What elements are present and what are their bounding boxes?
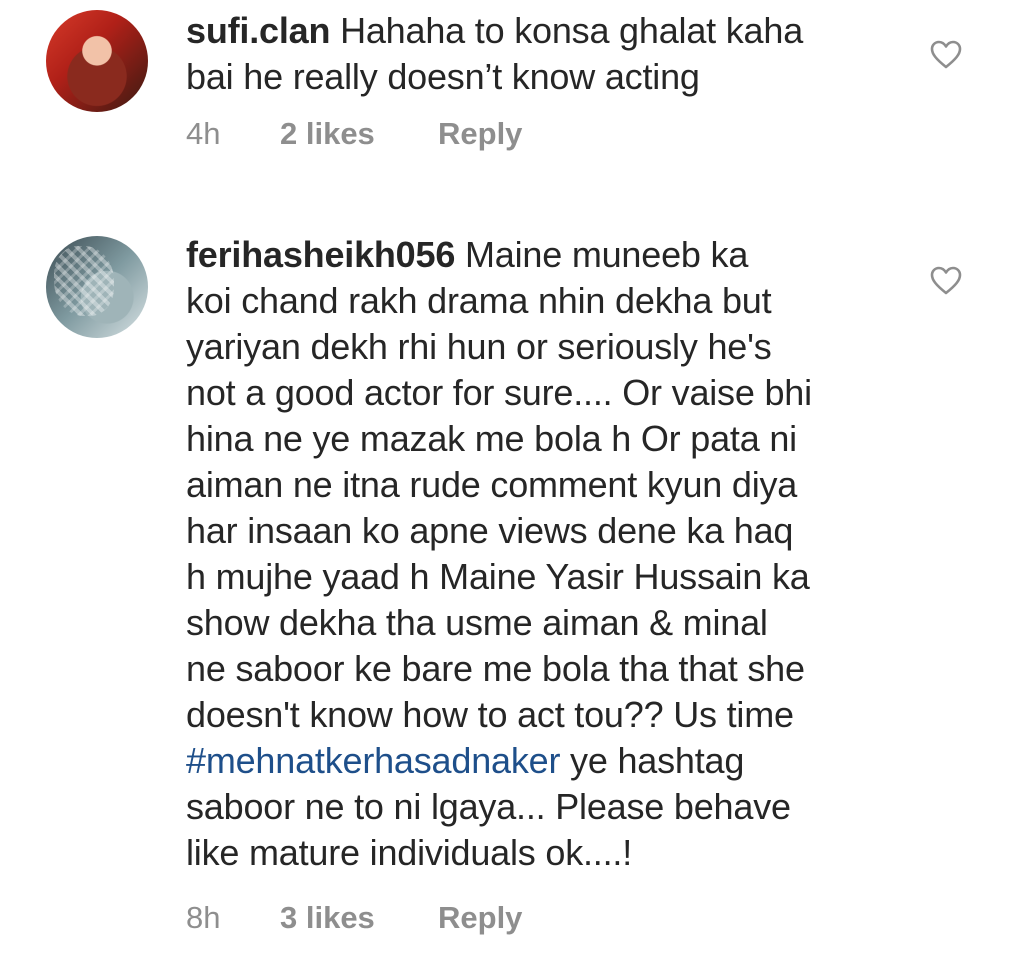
comment-text: ferihasheikh056 Maine muneeb ka koi chan… bbox=[186, 232, 906, 876]
avatar-pattern bbox=[54, 246, 114, 316]
comment-line: Hahaha to konsa ghalat kaha bbox=[340, 10, 804, 51]
comment-line: ye hashtag bbox=[560, 740, 745, 781]
comment-line: h mujhe yaad h Maine Yasir Hussain ka bbox=[186, 556, 810, 597]
heart-icon[interactable] bbox=[930, 266, 962, 296]
comment-line: show dekha tha usme aiman & minal bbox=[186, 602, 768, 643]
comment-line: koi chand rakh drama nhin dekha but bbox=[186, 280, 772, 321]
comment-line: like mature individuals ok....! bbox=[186, 832, 632, 873]
comment-line: hina ne ye mazak me bola h Or pata ni bbox=[186, 418, 797, 459]
comment-timestamp: 8h bbox=[186, 900, 221, 935]
likes-count-button[interactable]: 2 likes bbox=[280, 116, 438, 152]
comment-line: Maine muneeb ka bbox=[464, 234, 749, 275]
likes-count-button[interactable]: 3 likes bbox=[280, 900, 438, 936]
reply-button[interactable]: Reply bbox=[438, 900, 522, 936]
hashtag-link[interactable]: #mehnatkerhasadnaker bbox=[186, 740, 560, 781]
comment-line: har insaan ko apne views dene ka haq bbox=[186, 510, 794, 551]
comment-text: sufi.clan Hahaha to konsa ghalat kaha ba… bbox=[186, 8, 906, 100]
comment-line: not a good actor for sure.... Or vaise b… bbox=[186, 372, 812, 413]
comment-timestamp: 4h bbox=[186, 116, 221, 151]
comment-meta: 8h 3 likes Reply bbox=[186, 900, 522, 936]
comment-username[interactable]: ferihasheikh056 bbox=[186, 234, 455, 275]
comment-username[interactable]: sufi.clan bbox=[186, 10, 330, 51]
avatar[interactable] bbox=[46, 10, 148, 112]
comment-line: bai he really doesn’t know acting bbox=[186, 56, 700, 97]
comment-meta: 4h 2 likes Reply bbox=[186, 116, 522, 152]
reply-button[interactable]: Reply bbox=[438, 116, 522, 152]
comment-line: aiman ne itna rude comment kyun diya bbox=[186, 464, 798, 505]
heart-icon[interactable] bbox=[930, 40, 962, 70]
comment-line: yariyan dekh rhi hun or seriously he's bbox=[186, 326, 772, 367]
comment-line: doesn't know how to act tou?? Us time bbox=[186, 694, 794, 735]
comment-line: ne saboor ke bare me bola tha that she bbox=[186, 648, 805, 689]
avatar[interactable] bbox=[46, 236, 148, 338]
comment-line: saboor ne to ni lgaya... Please behave bbox=[186, 786, 791, 827]
